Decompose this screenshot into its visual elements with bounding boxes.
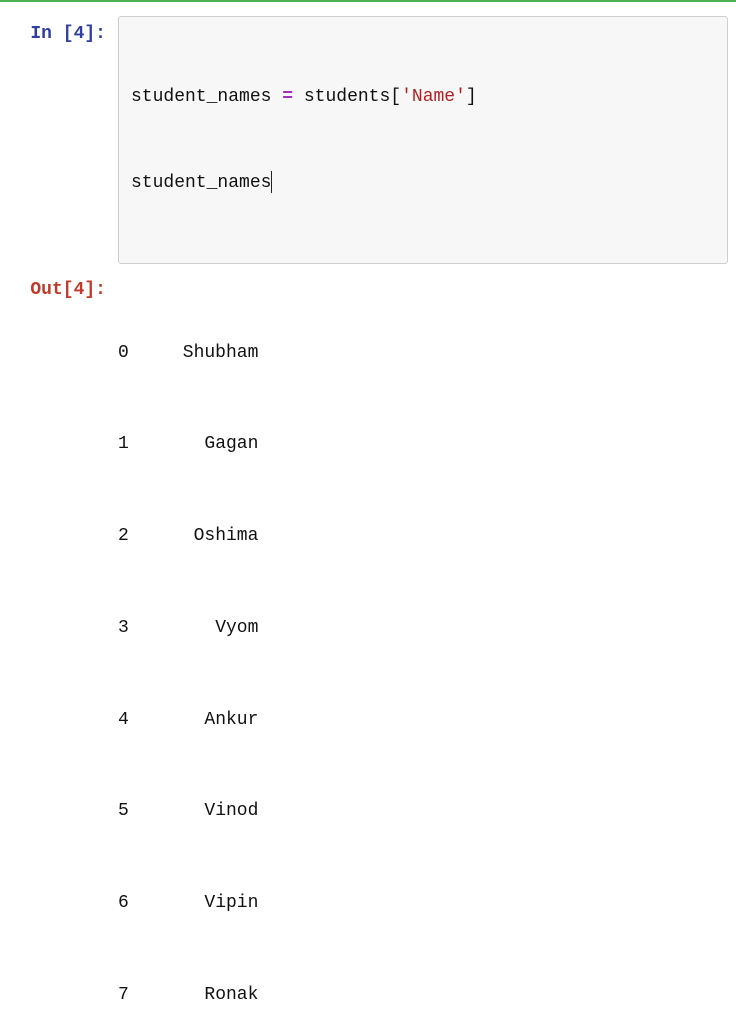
- series-row: 1Gagan: [118, 429, 728, 460]
- series-index: 6: [118, 888, 140, 919]
- code-token-bracket: ]: [466, 87, 477, 107]
- output-prompt: Out[4]:: [8, 272, 118, 300]
- series-index: 0: [118, 338, 140, 369]
- series-index: 2: [118, 521, 140, 552]
- output-cell: Out[4]: 0Shubham 1Gagan 2Oshima 3Vyom 4A…: [0, 272, 736, 1032]
- code-line-2[interactable]: student_names: [131, 169, 715, 198]
- series-row: 7Ronak: [118, 980, 728, 1011]
- series-row: 3Vyom: [118, 613, 728, 644]
- series-value: Shubham: [140, 338, 259, 369]
- series-value: Ankur: [140, 705, 259, 736]
- text-cursor: [271, 171, 272, 193]
- series-row: 5Vinod: [118, 796, 728, 827]
- series-index: 5: [118, 796, 140, 827]
- code-token-operator: =: [282, 87, 293, 107]
- series-value: Gagan: [140, 429, 259, 460]
- series-index: 4: [118, 705, 140, 736]
- series-row: 0Shubham: [118, 338, 728, 369]
- cell-selected-border: [0, 0, 736, 2]
- series-row: 6Vipin: [118, 888, 728, 919]
- output-text: 0Shubham 1Gagan 2Oshima 3Vyom 4Ankur 5Vi…: [118, 272, 728, 1032]
- code-token-string: 'Name': [401, 87, 466, 107]
- series-index: 3: [118, 613, 140, 644]
- code-line-1[interactable]: student_names = students['Name']: [131, 83, 715, 112]
- code-editor[interactable]: student_names = students['Name'] student…: [118, 16, 728, 264]
- series-row: 2Oshima: [118, 521, 728, 552]
- input-prompt: In [4]:: [8, 16, 118, 44]
- series-value: Vipin: [140, 888, 259, 919]
- series-value: Ronak: [140, 980, 259, 1011]
- code-token-space: [271, 87, 282, 107]
- series-index: 7: [118, 980, 140, 1011]
- input-cell: In [4]: student_names = students['Name']…: [0, 16, 736, 264]
- series-value: Oshima: [140, 521, 259, 552]
- series-index: 1: [118, 429, 140, 460]
- code-token-expr: students[: [293, 87, 401, 107]
- series-value: Vinod: [140, 796, 259, 827]
- series-value: Vyom: [140, 613, 259, 644]
- code-token-var: student_names: [131, 173, 271, 193]
- series-row: 4Ankur: [118, 705, 728, 736]
- code-token-var: student_names: [131, 87, 271, 107]
